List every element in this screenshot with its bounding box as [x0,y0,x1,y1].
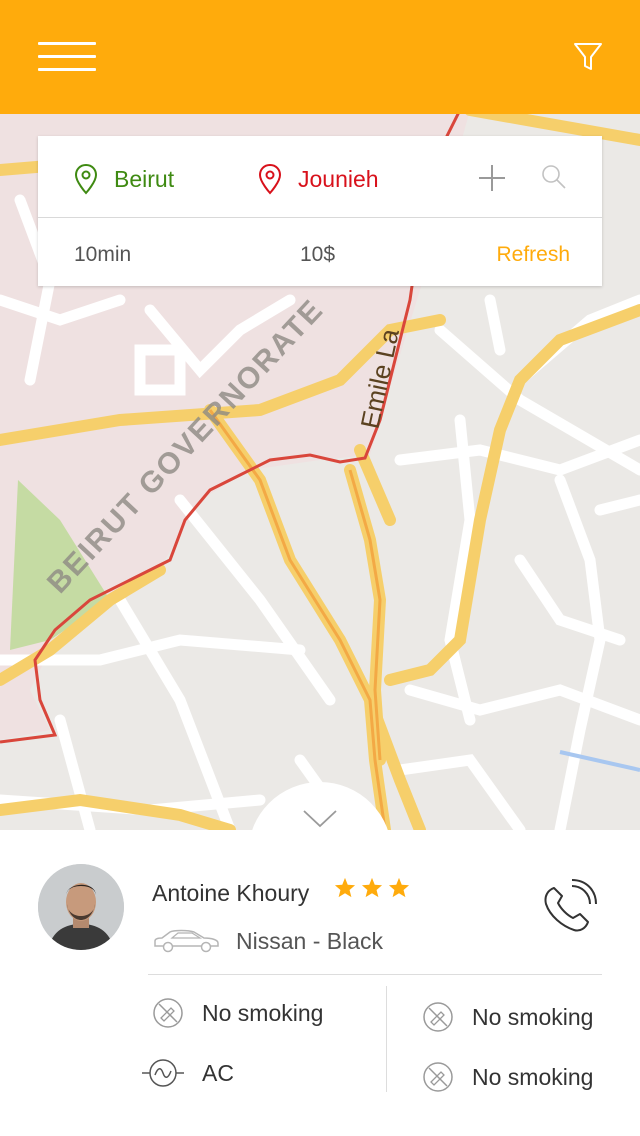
driver-panel: Antoine Khoury Nissan - Black No smoking [0,830,640,1136]
driver-avatar-image [38,864,124,950]
route-locations: Beirut Jounieh [38,136,602,218]
star-icon [388,877,410,898]
search-button[interactable] [540,163,568,191]
hamburger-menu-icon-line [38,55,96,58]
map-canvas[interactable]: BEIRUT GOVERNORATE Emile La [0,0,640,830]
dropoff-location[interactable]: Jounieh [256,162,379,196]
trip-info-row: 10min 10$ Refresh [38,219,602,286]
no-smoking-icon [153,998,183,1028]
ac-icon [142,1059,184,1087]
location-pin-icon [74,163,98,195]
hamburger-menu-icon-line [38,68,96,71]
feature-label: No smoking [472,1063,594,1090]
features-divider [386,986,387,1092]
location-pin-icon [258,163,282,195]
feature-label: No smoking [202,999,324,1026]
app-header [0,0,640,114]
driver-rating [334,877,415,898]
panel-divider [148,974,602,975]
no-smoking-icon [423,1002,453,1032]
menu-button[interactable] [38,42,96,74]
refresh-button[interactable]: Refresh [496,243,570,267]
feature-label: No smoking [472,1003,594,1030]
driver-name: Antoine Khoury [152,880,310,906]
feature-left-2: AC [142,1057,234,1089]
add-stop-button[interactable] [476,162,508,194]
feature-right-1: No smoking [422,1001,593,1033]
plus-icon [479,165,505,191]
car-description: Nissan - Black [236,928,383,954]
pickup-location[interactable]: Beirut [72,162,174,196]
feature-left-1: No smoking [152,997,323,1029]
map-view[interactable]: BEIRUT GOVERNORATE Emile La [0,0,640,830]
filter-icon [574,43,602,70]
trip-price: 10$ [300,243,336,266]
chevron-down-icon [303,810,337,828]
feature-right-2: No smoking [422,1061,593,1093]
no-smoking-icon [423,1062,453,1092]
feature-label: AC [202,1059,234,1086]
star-icon [334,877,356,898]
filter-button[interactable] [572,40,604,74]
driver-avatar [38,864,124,950]
route-card: Beirut Jounieh 10min 10$ Refresh [38,136,602,286]
phone-icon [544,879,597,932]
hamburger-menu-icon [38,42,96,45]
trip-duration: 10min [74,243,132,266]
car-icon [154,929,219,953]
dropoff-label: Jounieh [298,165,379,192]
pickup-label: Beirut [114,165,175,192]
call-driver-button[interactable] [540,878,600,934]
search-icon [542,165,566,189]
star-icon [361,877,383,898]
